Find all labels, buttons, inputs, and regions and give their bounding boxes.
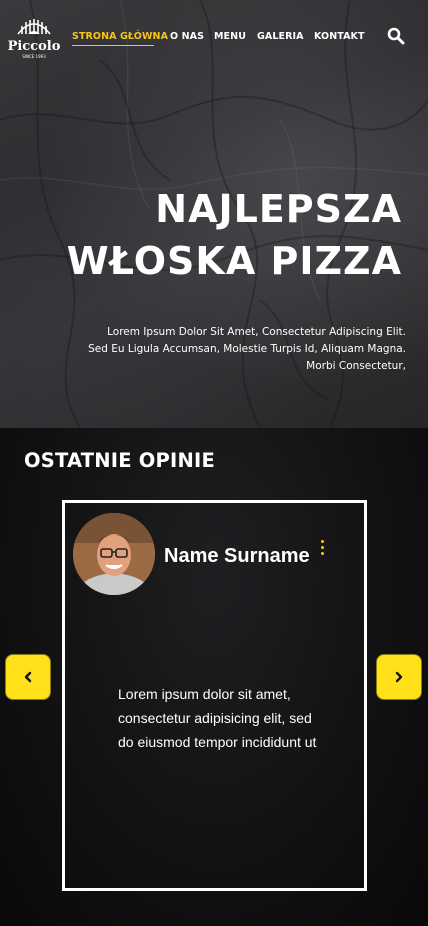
search-icon[interactable]: [387, 27, 405, 45]
hero-title-line-2: WŁOSKA PIZZA: [66, 239, 402, 283]
reviewer-name: Name Surname: [164, 545, 310, 567]
hero-description-line-2: Sed Eu Ligula Accumsan, Molestie Turpis …: [88, 343, 406, 355]
nav-active-underline: [72, 45, 154, 46]
svg-text:Piccolo: Piccolo: [8, 39, 60, 54]
review-text-line-2: consectetur adipisicing elit, sed: [118, 710, 312, 726]
hero-section: Piccolo SINCE 1993 STRONA GŁÓWNA O NAS M…: [0, 0, 428, 428]
hero-description: Lorem Ipsum Dolor Sit Amet, Consectetur …: [26, 324, 406, 375]
nav-item-menu[interactable]: MENU: [214, 31, 246, 42]
nav-item-contact[interactable]: KONTAKT: [314, 31, 365, 42]
nav-item-home[interactable]: STRONA GŁÓWNA: [72, 31, 168, 42]
review-text-line-3: do eiusmod tempor incididunt ut: [118, 734, 317, 750]
review-text-line-1: Lorem ipsum dolor sit amet,: [118, 686, 291, 702]
nav-item-about[interactable]: O NAS: [170, 31, 204, 42]
nav-item-gallery[interactable]: GALERIA: [257, 31, 304, 42]
reviewer-photo: [73, 513, 155, 595]
previous-review-button[interactable]: [5, 654, 51, 700]
chevron-right-icon: [395, 671, 403, 683]
hero-description-line-1: Lorem Ipsum Dolor Sit Amet, Consectetur …: [107, 326, 406, 338]
hero-title-line-1: NAJLEPSZA: [155, 187, 402, 231]
svg-text:SINCE 1993: SINCE 1993: [22, 54, 46, 59]
reviewer-avatar: [73, 513, 155, 595]
review-text: Lorem ipsum dolor sit amet, consectetur …: [118, 682, 333, 754]
next-review-button[interactable]: [376, 654, 422, 700]
top-navigation: Piccolo SINCE 1993 STRONA GŁÓWNA O NAS M…: [0, 0, 428, 75]
hero-title: NAJLEPSZA WŁOSKA PIZZA: [67, 183, 402, 287]
more-options-icon[interactable]: [319, 540, 327, 560]
reviews-title: OSTATNIE OPINIE: [24, 449, 215, 472]
hero-description-line-3: Morbi Consectetur,: [306, 360, 406, 372]
chevron-left-icon: [24, 671, 32, 683]
piccolo-logo[interactable]: Piccolo SINCE 1993: [8, 10, 60, 60]
